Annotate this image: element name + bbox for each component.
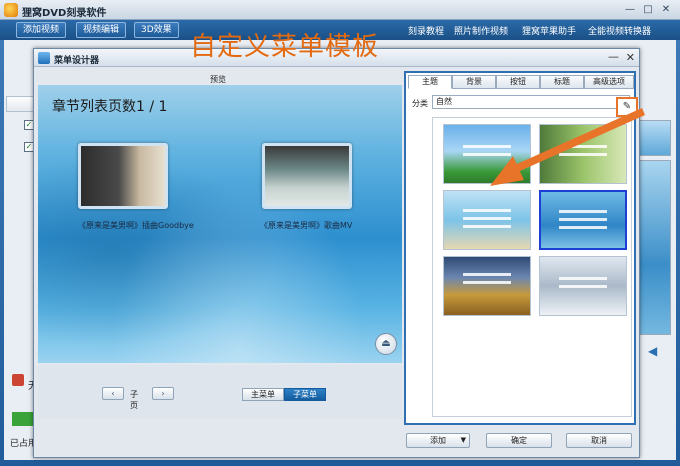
template-thumbnail[interactable] — [539, 256, 627, 316]
template-grid — [432, 117, 632, 417]
chapter-thumbnail[interactable] — [262, 143, 352, 209]
dialog-minimize-icon[interactable]: — — [608, 50, 619, 63]
category-label: 分类 — [412, 99, 428, 108]
app-logo-icon — [4, 3, 18, 17]
tab-buttons[interactable]: 按钮 — [496, 75, 540, 89]
burn-tutorial-link[interactable]: 刻录教程 — [408, 24, 444, 37]
dialog-close-icon[interactable]: ✕ — [626, 51, 635, 64]
cancel-button[interactable]: 取消 — [566, 433, 632, 448]
background-preview — [639, 160, 671, 335]
video-converter-link[interactable]: 全能视频转换器 — [588, 24, 651, 37]
subpage-label: 子页 — [130, 390, 138, 410]
preview-controls — [38, 365, 402, 419]
template-thumbnail[interactable] — [443, 124, 531, 184]
add-video-button[interactable]: 添加视频 — [16, 22, 67, 38]
sub-menu-button[interactable]: 子菜单 — [284, 388, 326, 401]
close-icon[interactable]: ✕ — [658, 3, 674, 17]
template-thumbnail[interactable] — [443, 256, 531, 316]
chevron-down-icon: ▼ — [460, 436, 466, 444]
tab-advanced[interactable]: 高级选项 — [584, 75, 634, 89]
minimize-icon[interactable]: — — [622, 3, 638, 17]
tab-theme[interactable]: 主题 — [408, 75, 452, 89]
volume-icon[interactable]: ◀ — [648, 344, 657, 358]
template-thumbnail[interactable] — [539, 124, 627, 184]
main-menu-button[interactable]: 主菜单 — [242, 388, 284, 401]
prev-page-button[interactable]: ‹ — [102, 387, 124, 400]
category-select[interactable]: 自然 ▼ — [432, 95, 630, 109]
3d-effect-button[interactable]: 3D效果 — [134, 22, 179, 38]
chapter-thumbnail[interactable] — [78, 143, 168, 209]
edit-pencil-icon[interactable]: ✎ — [616, 97, 638, 117]
video-edit-button[interactable]: 视频编辑 — [76, 22, 127, 38]
next-page-button[interactable]: › — [152, 387, 174, 400]
apple-helper-link[interactable]: 狸窝苹果助手 — [522, 24, 576, 37]
add-button[interactable]: 添加 ▼ — [406, 433, 470, 448]
tab-title[interactable]: 标题 — [540, 75, 584, 89]
app-title: 狸窝DVD刻录软件 — [22, 8, 107, 19]
app-titlebar: 狸窝DVD刻录软件 — □ ✕ — [0, 0, 680, 20]
category-value: 自然 — [436, 97, 452, 106]
dialog-icon — [38, 52, 50, 64]
category-row: 分类 自然 ▼ — [406, 95, 634, 111]
eject-icon[interactable]: ⏏ — [375, 333, 397, 355]
preview-label: 预览 — [210, 75, 226, 84]
chapter-caption: 《原来是美男啊》插曲Goodbye — [78, 221, 194, 230]
template-tabs: 主题 背景 按钮 标题 高级选项 — [406, 75, 634, 89]
maximize-icon[interactable]: □ — [640, 3, 656, 17]
menu-designer-dialog: 菜单设计器 — ✕ 预览 章节列表页数1 / 1 《原来是美男啊》插曲Goodb… — [33, 48, 640, 458]
add-button-label: 添加 — [430, 436, 446, 445]
photo-video-link[interactable]: 照片制作视频 — [454, 24, 508, 37]
subtitle-icon — [12, 374, 24, 386]
tab-background[interactable]: 背景 — [452, 75, 496, 89]
template-panel: 主题 背景 按钮 标题 高级选项 分类 自然 ▼ — [404, 71, 636, 425]
template-thumbnail-selected[interactable] — [539, 190, 627, 250]
dialog-title: 菜单设计器 — [54, 56, 100, 66]
custom-menu-template-annotation: 自定义菜单模板 — [190, 32, 380, 62]
template-thumbnail[interactable] — [443, 190, 531, 250]
chapter-page-title: 章节列表页数1 / 1 — [52, 99, 168, 115]
background-thumbnail — [639, 120, 671, 156]
ok-button[interactable]: 确定 — [486, 433, 552, 448]
menu-preview: 章节列表页数1 / 1 《原来是美男啊》插曲Goodbye 《原来是美男啊》歌曲… — [38, 85, 402, 363]
chapter-caption: 《原来是美男啊》歌曲MV — [260, 221, 353, 230]
